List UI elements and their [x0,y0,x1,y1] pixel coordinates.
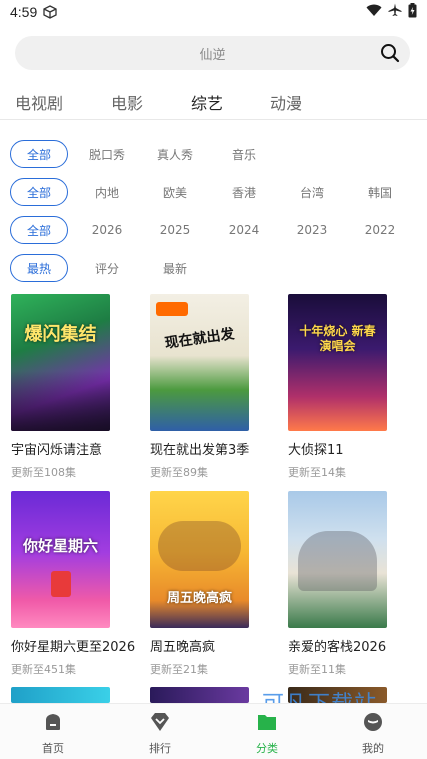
filter-chip[interactable]: 2022 [350,216,410,244]
show-poster[interactable] [11,687,110,703]
poster-title-text: 现在就出发 [163,326,236,352]
tab-tv[interactable]: 电视剧 [15,90,63,114]
show-card[interactable]: 十年烧心 新春演唱会 大侦探11 更新至14集 [288,294,387,480]
show-card[interactable]: 你好星期六 你好星期六更至2026 更新至451集 [11,491,136,677]
show-card[interactable] [150,687,249,703]
show-card[interactable]: 爆闪集结 宇宙闪烁请注意 更新至108集 [11,294,110,480]
filter-row-region: 全部 内地 欧美 香港 台湾 韩国 [0,178,427,208]
home-icon [43,712,63,736]
wifi-icon [366,4,382,21]
ranking-icon [149,712,171,736]
filter-chip[interactable]: 全部 [10,178,68,206]
tab-anime[interactable]: 动漫 [270,90,302,114]
filter-chip[interactable]: 2026 [77,216,137,244]
show-poster[interactable]: 周五晚高疯 [150,491,249,628]
tab-variety[interactable]: 综艺 [191,90,223,114]
show-update: 更新至108集 [11,466,76,479]
show-card[interactable]: 现在就出发 现在就出发第3季 更新至89集 [150,294,249,480]
filter-chip[interactable]: 2025 [145,216,205,244]
status-time: 4:59 [10,4,38,20]
nav-home-label: 首页 [42,742,64,755]
filter-chip[interactable]: 真人秀 [145,140,205,168]
filter-row-year: 全部 2026 2025 2024 2023 2022 [0,216,427,246]
show-poster[interactable]: 你好星期六 [11,491,110,628]
poster-title-text: 周五晚高疯 [166,591,232,606]
nav-mine-label: 我的 [362,742,384,755]
filter-chip[interactable]: 2024 [214,216,274,244]
poster-title-text: 十年烧心 新春演唱会 [299,324,376,353]
show-card[interactable] [11,687,110,703]
nav-category-label: 分类 [256,742,278,755]
filter-chip[interactable]: 最热 [10,254,68,282]
show-poster[interactable] [288,491,387,628]
show-title: 你好星期六更至2026 [11,640,136,655]
show-update: 更新至11集 [288,663,346,676]
show-poster[interactable]: 十年烧心 新春演唱会 [288,294,387,431]
filter-chip[interactable]: 评分 [77,254,137,282]
filter-chip[interactable]: 2023 [282,216,342,244]
tab-movie[interactable]: 电影 [111,90,143,114]
show-poster[interactable]: 爆闪集结 [11,294,110,431]
show-card[interactable]: 亲爱的客栈2026 更新至11集 [288,491,387,677]
filter-chip[interactable]: 全部 [10,216,68,244]
airplane-icon [388,3,402,21]
category-tabs: 电视剧 电影 综艺 动漫 [0,84,427,120]
search-icon[interactable] [380,43,400,63]
show-title: 宇宙闪烁请注意 [11,443,103,458]
show-title: 周五晚高疯 [150,640,216,655]
nav-home[interactable]: 首页 [23,712,83,756]
filter-row-sort: 最热 评分 最新 [0,254,427,284]
filter-chip[interactable]: 内地 [77,178,137,206]
show-update: 更新至451集 [11,663,76,676]
filter-chip[interactable]: 脱口秀 [77,140,137,168]
show-title: 亲爱的客栈2026 [288,640,387,655]
nav-ranking-label: 排行 [149,742,171,755]
poster-title-text: 你好星期六 [22,537,98,555]
filter-chip[interactable]: 欧美 [145,178,205,206]
search-input[interactable]: 仙逆 [199,44,225,63]
show-card[interactable]: 周五晚高疯 周五晚高疯 更新至21集 [150,491,249,677]
filter-chip[interactable]: 音乐 [214,140,274,168]
filter-chip[interactable]: 最新 [145,254,205,282]
nav-mine[interactable]: 我的 [343,712,403,756]
battery-icon [408,2,417,22]
filter-chip[interactable]: 全部 [10,140,68,168]
filter-row-genre: 全部 脱口秀 真人秀 音乐 [0,140,427,170]
show-poster[interactable]: 现在就出发 [150,294,249,431]
cube-icon [43,5,57,19]
status-bar: 4:59 [0,0,427,24]
filter-chip[interactable]: 台湾 [282,178,342,206]
show-update: 更新至14集 [288,466,346,479]
show-title: 现在就出发第3季 [150,443,250,458]
poster-title-text: 爆闪集结 [24,324,97,345]
filter-chip[interactable]: 香港 [214,178,274,206]
folder-icon [257,712,277,736]
search-bar[interactable]: 仙逆 [15,36,410,70]
show-poster[interactable] [150,687,249,703]
filter-chip[interactable]: 韩国 [350,178,410,206]
show-update: 更新至21集 [150,663,208,676]
nav-category[interactable]: 分类 [237,712,297,756]
show-update: 更新至89集 [150,466,208,479]
show-title: 大侦探11 [288,443,344,458]
profile-icon [363,712,383,736]
nav-ranking[interactable]: 排行 [130,712,190,756]
bottom-nav: 首页 排行 分类 我的 [0,703,427,759]
